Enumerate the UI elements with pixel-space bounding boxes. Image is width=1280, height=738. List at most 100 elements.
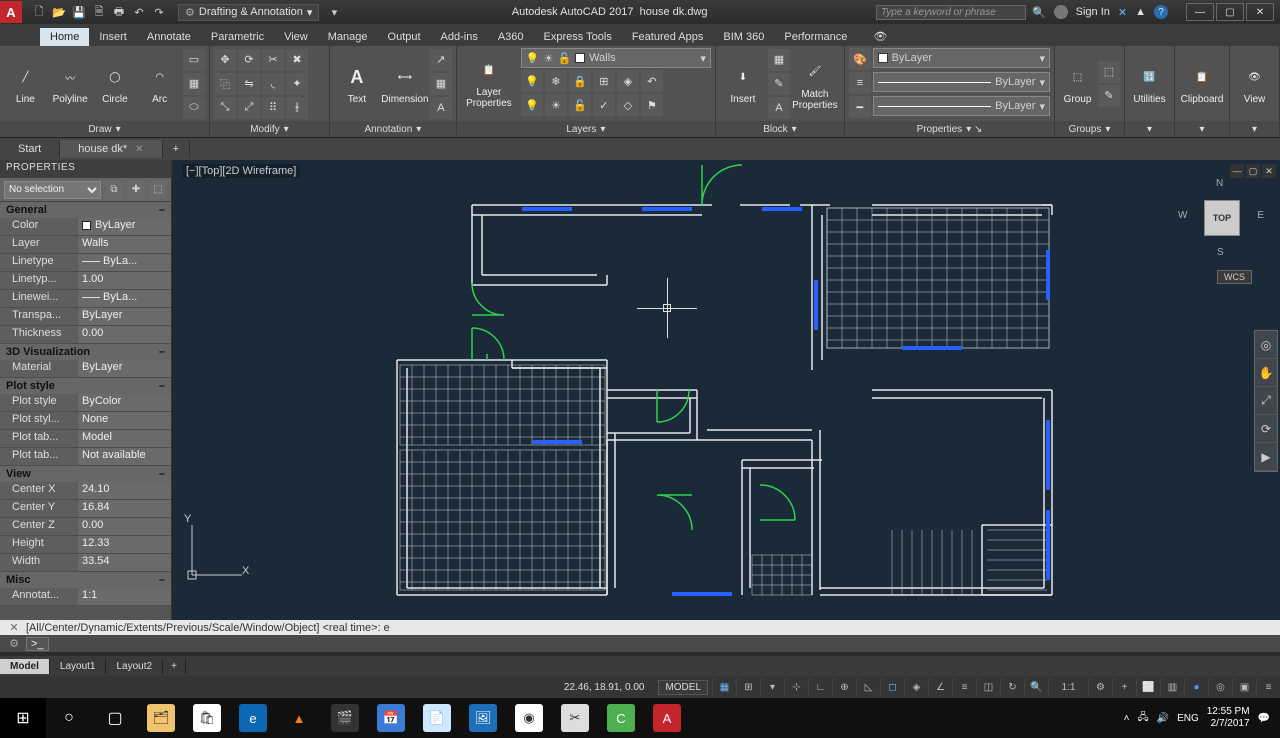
erase-icon[interactable]: ✖ — [286, 49, 308, 71]
plot-icon[interactable]: 🖶 — [110, 3, 128, 21]
utilities-button[interactable]: 🔢Utilities — [1129, 62, 1170, 105]
model-space-button[interactable]: MODEL — [658, 680, 708, 695]
prop-section-misc[interactable]: Misc– — [0, 572, 171, 588]
prop-section-plot[interactable]: Plot style– — [0, 378, 171, 394]
prop-row[interactable]: Height12.33 — [0, 536, 171, 554]
tab-a360[interactable]: A360 — [488, 28, 534, 46]
arc-button[interactable]: ◠Arc — [138, 62, 181, 105]
select-objects-icon[interactable]: ⬚ — [149, 181, 167, 199]
layer-on-icon[interactable]: 💡 — [521, 94, 543, 116]
linetype-control-icon[interactable]: ━ — [849, 96, 871, 118]
lineweight-control-icon[interactable]: ≡ — [849, 72, 871, 94]
prop-value[interactable]: Model — [78, 430, 171, 447]
osnap-icon[interactable]: ◻ — [880, 678, 904, 696]
prop-row[interactable]: Width33.54 — [0, 554, 171, 572]
color-control-icon[interactable]: 🎨 — [849, 48, 871, 70]
circle-button[interactable]: ◯Circle — [94, 62, 137, 105]
showmotion-icon[interactable]: ▶ — [1255, 443, 1277, 471]
group-button[interactable]: ⬚Group — [1059, 62, 1096, 105]
new-tab-button[interactable]: + — [163, 140, 190, 158]
task-view-icon[interactable]: ▢ — [92, 698, 138, 738]
annotation-scale-value[interactable]: 1:1 — [1048, 678, 1088, 696]
3dosnap-icon[interactable]: ◈ — [904, 678, 928, 696]
layer-uniso-icon[interactable]: ◇ — [617, 94, 639, 116]
match-properties-button[interactable]: 🖌Match Properties — [792, 57, 838, 111]
start-button[interactable]: ⊞ — [0, 698, 46, 738]
panel-layers-title[interactable]: Layers ▾ — [457, 121, 715, 137]
mirror-icon[interactable]: ⇋ — [238, 73, 260, 95]
layer-lock-icon[interactable]: 🔒 — [569, 70, 591, 92]
coordinates-readout[interactable]: 22.46, 18.91, 0.00 — [554, 682, 655, 693]
trim-icon[interactable]: ✂ — [262, 49, 284, 71]
panel-view-title[interactable]: ▾ — [1230, 121, 1279, 137]
group-edit-icon[interactable]: ✎ — [1098, 85, 1120, 107]
close-button[interactable]: ✕ — [1246, 3, 1274, 21]
panel-groups-title[interactable]: Groups ▾ — [1055, 121, 1124, 137]
cmdline-options-icon[interactable]: ⚙ — [6, 637, 22, 650]
add-layout-button[interactable]: + — [163, 659, 186, 674]
prop-value[interactable]: ByLayer — [78, 308, 171, 325]
a360-icon[interactable]: ▲ — [1135, 6, 1146, 18]
annotation-scale-icon[interactable]: 🔍 — [1024, 678, 1048, 696]
prop-value[interactable]: 1:1 — [78, 588, 171, 605]
close-tab-icon[interactable]: ✕ — [135, 144, 143, 155]
isodraft-icon[interactable]: ◺ — [856, 678, 880, 696]
prop-value[interactable]: Not available — [78, 448, 171, 465]
command-input[interactable] — [53, 636, 1274, 651]
dimension-button[interactable]: ⟷Dimension — [382, 62, 428, 105]
tab-featured[interactable]: Featured Apps — [622, 28, 714, 46]
infocenter-search-icon[interactable]: 🔍 — [1032, 6, 1046, 19]
prop-row[interactable]: LayerWalls — [0, 236, 171, 254]
table-icon[interactable]: ▦ — [430, 73, 452, 95]
camtasia-icon[interactable]: C — [598, 698, 644, 738]
prop-row[interactable]: Center Z0.00 — [0, 518, 171, 536]
file-explorer-icon[interactable]: 🗂 — [138, 698, 184, 738]
array-icon[interactable]: ⠿ — [262, 97, 284, 119]
layer-properties-button[interactable]: 📋Layer Properties — [461, 55, 517, 109]
prop-row[interactable]: Center Y16.84 — [0, 500, 171, 518]
exchange-icon[interactable]: ✕ — [1118, 6, 1127, 19]
dynamic-input-icon[interactable]: ⊹ — [784, 678, 808, 696]
prop-row[interactable]: Annotat...1:1 — [0, 588, 171, 606]
transparency-icon[interactable]: ◫ — [976, 678, 1000, 696]
explode-icon[interactable]: ✦ — [286, 73, 308, 95]
tab-view[interactable]: View — [274, 28, 318, 46]
open-icon[interactable]: 📂 — [50, 3, 68, 21]
prop-value[interactable]: ByLa... — [78, 290, 171, 307]
prop-value[interactable]: 12.33 — [78, 536, 171, 553]
undo-icon[interactable]: ↶ — [130, 3, 148, 21]
tab-bim360[interactable]: BIM 360 — [713, 28, 774, 46]
isolate-objects-icon[interactable]: ◎ — [1208, 678, 1232, 696]
qat-dropdown-icon[interactable]: ▾ — [325, 3, 343, 21]
workspace-switcher[interactable]: ⚙ Drafting & Annotation ▾ — [178, 4, 319, 21]
tab-express[interactable]: Express Tools — [534, 28, 622, 46]
tray-network-icon[interactable]: 🖧 — [1137, 710, 1148, 727]
tray-volume-icon[interactable]: 🔊 — [1157, 713, 1169, 724]
prop-section-viz[interactable]: 3D Visualization– — [0, 344, 171, 360]
create-block-icon[interactable]: ▦ — [768, 49, 790, 71]
snap-mode-icon[interactable]: ⊞ — [736, 678, 760, 696]
maximize-button[interactable]: ▢ — [1216, 3, 1244, 21]
infer-constraint-icon[interactable]: ▾ — [760, 678, 784, 696]
edge-icon[interactable]: e — [230, 698, 276, 738]
selection-dropdown[interactable]: No selection — [4, 181, 101, 199]
layer-make-icon[interactable]: ✓ — [593, 94, 615, 116]
snip-icon[interactable]: ✂ — [552, 698, 598, 738]
prop-value[interactable]: ByLa... — [78, 254, 171, 271]
new-icon[interactable]: 🗋 — [30, 3, 48, 21]
tab-model[interactable]: Model — [0, 659, 50, 674]
layer-prev-icon[interactable]: ↶ — [641, 70, 663, 92]
layer-iso-icon[interactable]: ◈ — [617, 70, 639, 92]
fillet-icon[interactable]: ◟ — [262, 73, 284, 95]
cortana-icon[interactable]: ○ — [46, 698, 92, 738]
line-button[interactable]: ╱Line — [4, 62, 47, 105]
lineweight-toggle-icon[interactable]: ≡ — [952, 678, 976, 696]
viewcube-top-face[interactable]: TOP — [1204, 200, 1240, 236]
layer-thaw-icon[interactable]: ☀ — [545, 94, 567, 116]
customize-status-icon[interactable]: ≡ — [1256, 678, 1280, 696]
stretch-icon[interactable]: ⤡ — [214, 97, 236, 119]
prop-value[interactable]: 24.10 — [78, 482, 171, 499]
mtext-icon[interactable]: A — [430, 97, 452, 119]
annotation-monitor-icon[interactable]: + — [1112, 678, 1136, 696]
tab-manage[interactable]: Manage — [318, 28, 378, 46]
